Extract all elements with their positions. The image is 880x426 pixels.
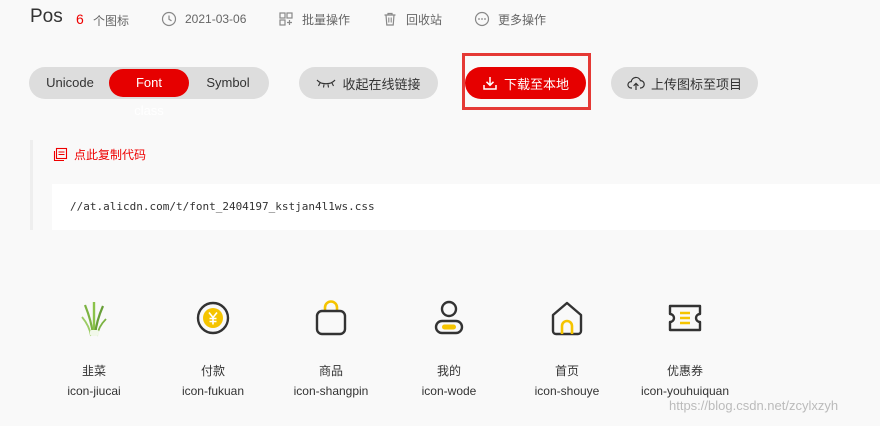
icon-class-name: icon-wode (421, 384, 477, 398)
yen-coin-icon (193, 298, 233, 338)
icon-name: 韭菜 (81, 364, 106, 378)
online-link-panel: 点此复制代码 //at.alicdn.com/t/font_2404197_ks… (30, 140, 880, 230)
shopping-bag-icon (311, 298, 351, 338)
copy-code-link[interactable]: 点此复制代码 (53, 146, 146, 163)
watermark: https://blog.csdn.net/zcylxzyh (669, 398, 839, 413)
icon-name: 付款 (200, 364, 225, 378)
format-tab-switch: Unicode Font class Symbol (29, 67, 269, 118)
project-title: Pos (30, 6, 63, 27)
coupon-icon (665, 298, 705, 338)
code-box: //at.alicdn.com/t/font_2404197_kstjan4l1… (52, 184, 880, 230)
project-header: Pos 6 个图标 2021-03-06 批量操作 回收站 更多操作 (0, 0, 880, 40)
recycle-bin-button[interactable]: 回收站 (382, 9, 442, 29)
created-date: 2021-03-06 (161, 9, 246, 29)
upload-to-project-button[interactable]: 上传图标至项目 (611, 67, 758, 99)
more-operations-button[interactable]: 更多操作 (474, 9, 546, 29)
icon-name: 我的 (436, 364, 461, 378)
batch-operation-button[interactable]: 批量操作 (278, 9, 350, 29)
icon-card-jiucai[interactable]: 韭菜 icon-jiucai (38, 292, 150, 404)
icon-card-shouye[interactable]: 首页 icon-shouye (511, 292, 623, 404)
trash-icon (384, 12, 396, 26)
icon-card-youhuiquan[interactable]: 优惠券 icon-youhuiquan (629, 292, 741, 404)
upload-to-project-label: 上传图标至项目 (650, 76, 742, 92)
icon-card-fukuan[interactable]: 付款 icon-fukuan (157, 292, 269, 404)
icon-class-name: icon-shangpin (293, 384, 369, 398)
more-dots-icon (474, 11, 490, 27)
tab-font-class[interactable]: Font class (109, 69, 189, 118)
css-url: //at.alicdn.com/t/font_2404197_kstjan4l1… (70, 200, 375, 213)
clock-icon (161, 11, 177, 27)
icon-class-name: icon-youhuiquan (640, 384, 730, 398)
icon-card-wode[interactable]: 我的 icon-wode (393, 292, 505, 404)
icon-card-shangpin[interactable]: 商品 icon-shangpin (275, 292, 387, 404)
tab-unicode[interactable]: Unicode (31, 69, 109, 97)
created-date-text: 2021-03-06 (185, 12, 247, 26)
recycle-bin-label: 回收站 (406, 12, 443, 27)
download-local-label: 下载至本地 (503, 76, 569, 92)
tab-symbol[interactable]: Symbol (189, 69, 267, 97)
collapse-online-link-label: 收起在线链接 (342, 76, 421, 92)
cloud-upload-icon (627, 76, 645, 90)
copy-icon (53, 147, 68, 162)
icon-class-name: icon-shouye (534, 384, 600, 398)
icon-count-label: 个图标 (93, 14, 130, 28)
icon-name: 优惠券 (666, 364, 703, 378)
copy-code-label: 点此复制代码 (74, 148, 147, 162)
more-operations-label: 更多操作 (498, 12, 547, 27)
icon-class-name: icon-jiucai (67, 384, 121, 398)
icon-name: 首页 (554, 364, 579, 378)
icon-name: 商品 (318, 364, 343, 378)
home-icon (547, 298, 587, 338)
batch-operation-label: 批量操作 (302, 12, 351, 27)
closed-eye-icon (317, 79, 336, 88)
icon-class-name: icon-fukuan (181, 384, 245, 398)
chive-icon (74, 298, 114, 338)
collapse-online-link-button[interactable]: 收起在线链接 (299, 67, 438, 99)
download-local-button[interactable]: 下载至本地 (465, 67, 586, 99)
user-icon (429, 298, 469, 338)
icon-count: 6 (76, 11, 84, 27)
grid-icon (279, 12, 293, 26)
download-icon (483, 77, 497, 90)
